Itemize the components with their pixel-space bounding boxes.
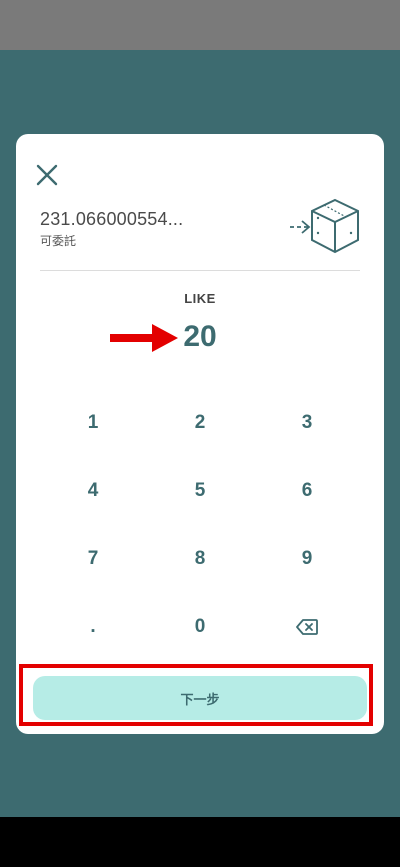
key-decimal[interactable]: . bbox=[40, 593, 146, 661]
status-bar bbox=[0, 0, 400, 50]
amount-display: 20 bbox=[183, 320, 217, 353]
key-2[interactable]: 2 bbox=[147, 389, 253, 457]
key-5[interactable]: 5 bbox=[147, 457, 253, 525]
key-6[interactable]: 6 bbox=[254, 457, 360, 525]
available-balance-label: 可委託 bbox=[40, 234, 77, 248]
delegate-dialog: 231.066000554... 可委託 LIKE 20 1 2 3 4 5 6… bbox=[16, 134, 384, 734]
arrow-right-icon bbox=[110, 324, 178, 352]
key-9[interactable]: 9 bbox=[254, 525, 360, 593]
key-1[interactable]: 1 bbox=[40, 389, 146, 457]
numeric-keypad: 1 2 3 4 5 6 7 8 9 . 0 bbox=[40, 389, 360, 661]
available-balance: 231.066000554... bbox=[40, 209, 184, 229]
key-3[interactable]: 3 bbox=[254, 389, 360, 457]
navigation-bar bbox=[0, 817, 400, 867]
token-label: LIKE bbox=[184, 291, 216, 306]
close-button[interactable] bbox=[34, 162, 60, 188]
key-7[interactable]: 7 bbox=[40, 525, 146, 593]
key-backspace[interactable] bbox=[254, 593, 360, 661]
delegate-box-icon bbox=[290, 198, 359, 254]
divider bbox=[40, 270, 360, 271]
backspace-icon bbox=[296, 619, 318, 635]
key-8[interactable]: 8 bbox=[147, 525, 253, 593]
key-0[interactable]: 0 bbox=[147, 593, 253, 661]
close-icon bbox=[36, 164, 58, 186]
key-4[interactable]: 4 bbox=[40, 457, 146, 525]
next-button[interactable]: 下一步 bbox=[33, 676, 367, 720]
